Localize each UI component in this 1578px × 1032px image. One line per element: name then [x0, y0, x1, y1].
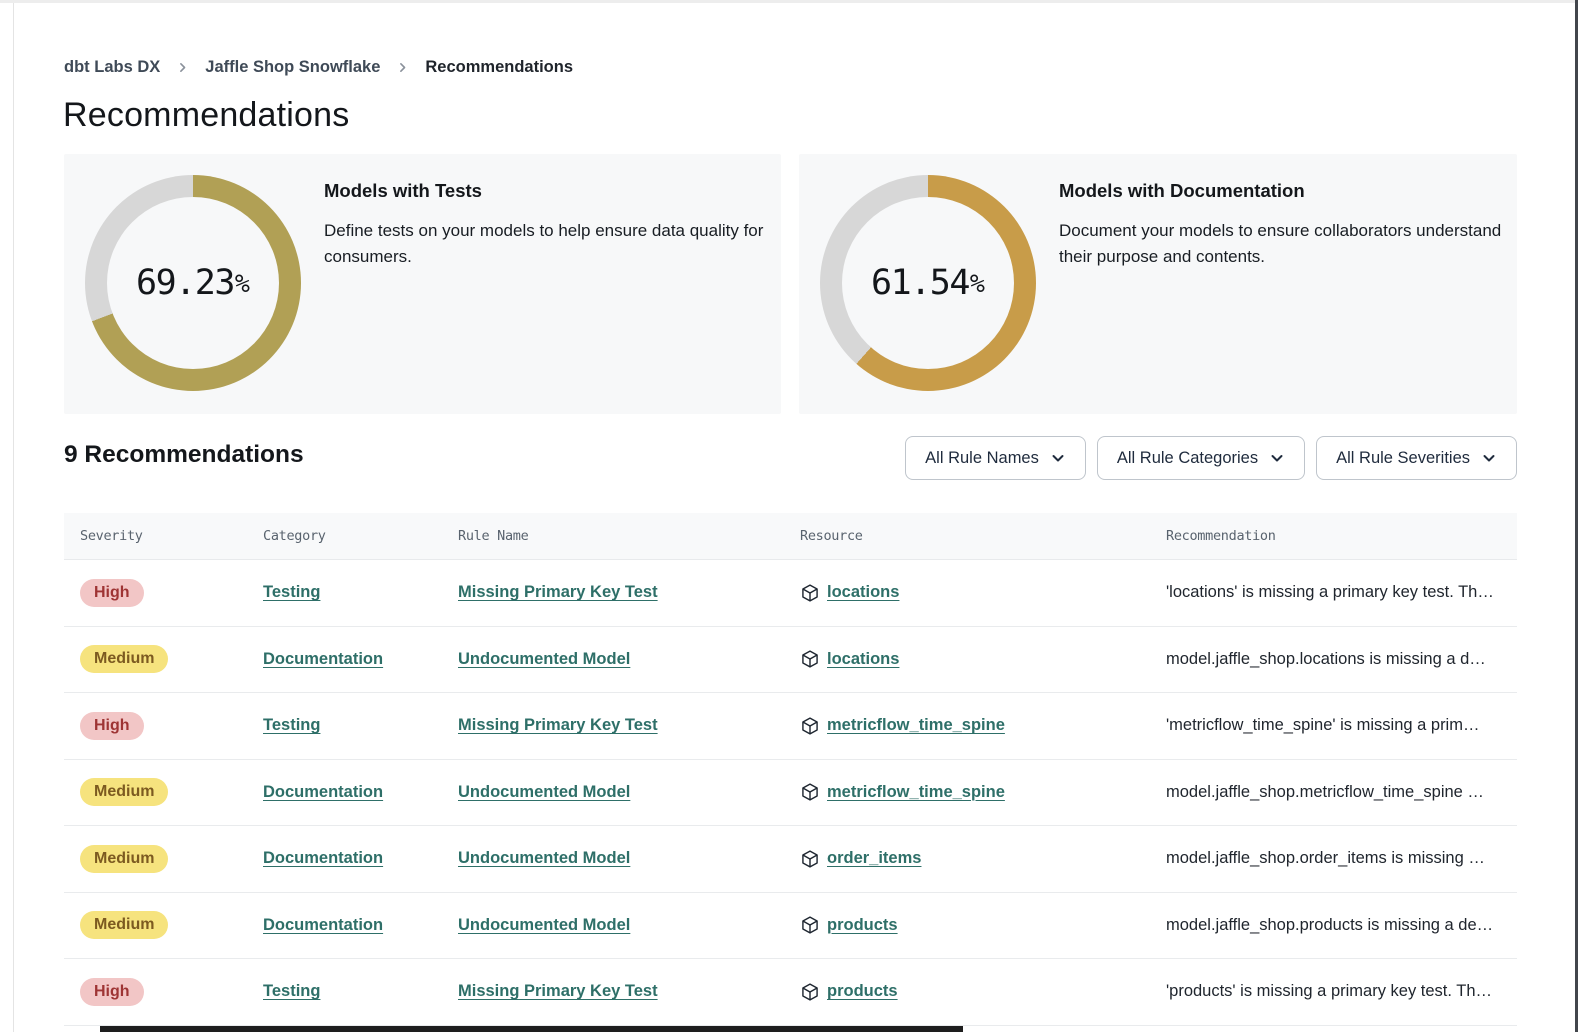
- table-row: Medium Documentation Undocumented Model …: [64, 760, 1517, 827]
- donut-percent-label: 69.23%: [85, 175, 301, 391]
- category-link[interactable]: Testing: [263, 716, 320, 734]
- category-link[interactable]: Testing: [263, 583, 320, 601]
- table-row: High Testing Missing Primary Key Test lo…: [64, 560, 1517, 627]
- severity-badge: Medium: [80, 645, 168, 673]
- model-cube-icon: [800, 716, 820, 736]
- column-header-severity: Severity: [80, 528, 263, 544]
- recommendations-count-heading: 9 Recommendations: [64, 441, 304, 469]
- model-cube-icon: [800, 782, 820, 802]
- card-title: Models with Tests: [324, 180, 482, 202]
- window-left-edge: [13, 3, 14, 1032]
- donut-percent-label: 61.54%: [820, 175, 1036, 391]
- resource-link[interactable]: products: [827, 982, 898, 1001]
- recommendation-text: model.jaffle_shop.metricflow_time_spine …: [1166, 783, 1517, 802]
- recommendation-text: model.jaffle_shop.locations is missing a…: [1166, 650, 1517, 669]
- column-header-resource: Resource: [800, 528, 1166, 544]
- recommendation-text: model.jaffle_shop.order_items is missing…: [1166, 849, 1517, 868]
- documentation-coverage-donut-chart: 61.54%: [820, 175, 1036, 391]
- rule-name-link[interactable]: Missing Primary Key Test: [458, 583, 658, 601]
- tests-coverage-donut-chart: 69.23%: [85, 175, 301, 391]
- resource-link[interactable]: locations: [827, 650, 899, 669]
- column-header-category: Category: [263, 528, 458, 544]
- category-link[interactable]: Documentation: [263, 849, 383, 867]
- table-row: Medium Documentation Undocumented Model …: [64, 893, 1517, 960]
- resource-link[interactable]: locations: [827, 583, 899, 602]
- severity-badge: Medium: [80, 911, 168, 939]
- column-header-rule-name: Rule Name: [458, 528, 800, 544]
- chevron-right-icon: [396, 61, 409, 74]
- card-title: Models with Documentation: [1059, 180, 1305, 202]
- rule-names-filter-dropdown[interactable]: All Rule Names: [905, 436, 1086, 480]
- rule-name-link[interactable]: Undocumented Model: [458, 916, 630, 934]
- category-link[interactable]: Documentation: [263, 783, 383, 801]
- rule-name-link[interactable]: Undocumented Model: [458, 783, 630, 801]
- resource-link[interactable]: order_items: [827, 849, 921, 868]
- breadcrumb-item-project[interactable]: Jaffle Shop Snowflake: [205, 58, 380, 77]
- chevron-down-icon: [1481, 450, 1497, 466]
- rule-name-link[interactable]: Undocumented Model: [458, 849, 630, 867]
- recommendation-text: 'products' is missing a primary key test…: [1166, 982, 1517, 1001]
- resource-link[interactable]: metricflow_time_spine: [827, 716, 1005, 735]
- metric-card-models-with-tests: 69.23% Models with Tests Define tests on…: [64, 154, 781, 414]
- severity-badge: High: [80, 712, 144, 740]
- category-link[interactable]: Documentation: [263, 916, 383, 934]
- recommendation-text: 'locations' is missing a primary key tes…: [1166, 583, 1517, 602]
- model-cube-icon: [800, 982, 820, 1002]
- chevron-down-icon: [1269, 450, 1285, 466]
- chevron-right-icon: [176, 61, 189, 74]
- table-row: Medium Documentation Undocumented Model …: [64, 826, 1517, 893]
- severity-badge: Medium: [80, 778, 168, 806]
- model-cube-icon: [800, 649, 820, 669]
- category-link[interactable]: Documentation: [263, 650, 383, 668]
- rule-severities-filter-dropdown[interactable]: All Rule Severities: [1316, 436, 1517, 480]
- recommendation-text: model.jaffle_shop.products is missing a …: [1166, 916, 1517, 935]
- page-title: Recommendations: [63, 96, 349, 135]
- table-row: High Testing Missing Primary Key Test pr…: [64, 959, 1517, 1026]
- chevron-down-icon: [1050, 450, 1066, 466]
- recommendation-text: 'metricflow_time_spine' is missing a pri…: [1166, 716, 1517, 735]
- severity-badge: High: [80, 978, 144, 1006]
- card-description: Define tests on your models to help ensu…: [324, 218, 776, 270]
- model-cube-icon: [800, 915, 820, 935]
- severity-badge: Medium: [80, 845, 168, 873]
- rule-name-link[interactable]: Undocumented Model: [458, 650, 630, 668]
- category-link[interactable]: Testing: [263, 982, 320, 1000]
- resource-link[interactable]: metricflow_time_spine: [827, 783, 1005, 802]
- table-header-row: Severity Category Rule Name Resource Rec…: [64, 513, 1517, 560]
- breadcrumb-item-account[interactable]: dbt Labs DX: [64, 58, 160, 77]
- resource-link[interactable]: products: [827, 916, 898, 935]
- filter-bar: All Rule Names All Rule Categories All R…: [905, 436, 1517, 480]
- table-row: Medium Documentation Undocumented Model …: [64, 627, 1517, 694]
- partially-visible-bottom-element: [100, 1026, 963, 1032]
- rule-name-link[interactable]: Missing Primary Key Test: [458, 982, 658, 1000]
- column-header-recommendation: Recommendation: [1166, 528, 1517, 544]
- severity-badge: High: [80, 579, 144, 607]
- window-top-edge: [0, 0, 1578, 3]
- recommendations-table: Severity Category Rule Name Resource Rec…: [64, 513, 1517, 1026]
- model-cube-icon: [800, 849, 820, 869]
- metric-card-models-with-documentation: 61.54% Models with Documentation Documen…: [799, 154, 1517, 414]
- model-cube-icon: [800, 583, 820, 603]
- recommendations-page: dbt Labs DX Jaffle Shop Snowflake Recomm…: [0, 0, 1578, 1032]
- breadcrumb: dbt Labs DX Jaffle Shop Snowflake Recomm…: [64, 58, 573, 77]
- rule-name-link[interactable]: Missing Primary Key Test: [458, 716, 658, 734]
- table-row: High Testing Missing Primary Key Test me…: [64, 693, 1517, 760]
- rule-categories-filter-dropdown[interactable]: All Rule Categories: [1097, 436, 1305, 480]
- breadcrumb-item-current: Recommendations: [425, 58, 573, 77]
- card-description: Document your models to ensure collabora…: [1059, 218, 1511, 270]
